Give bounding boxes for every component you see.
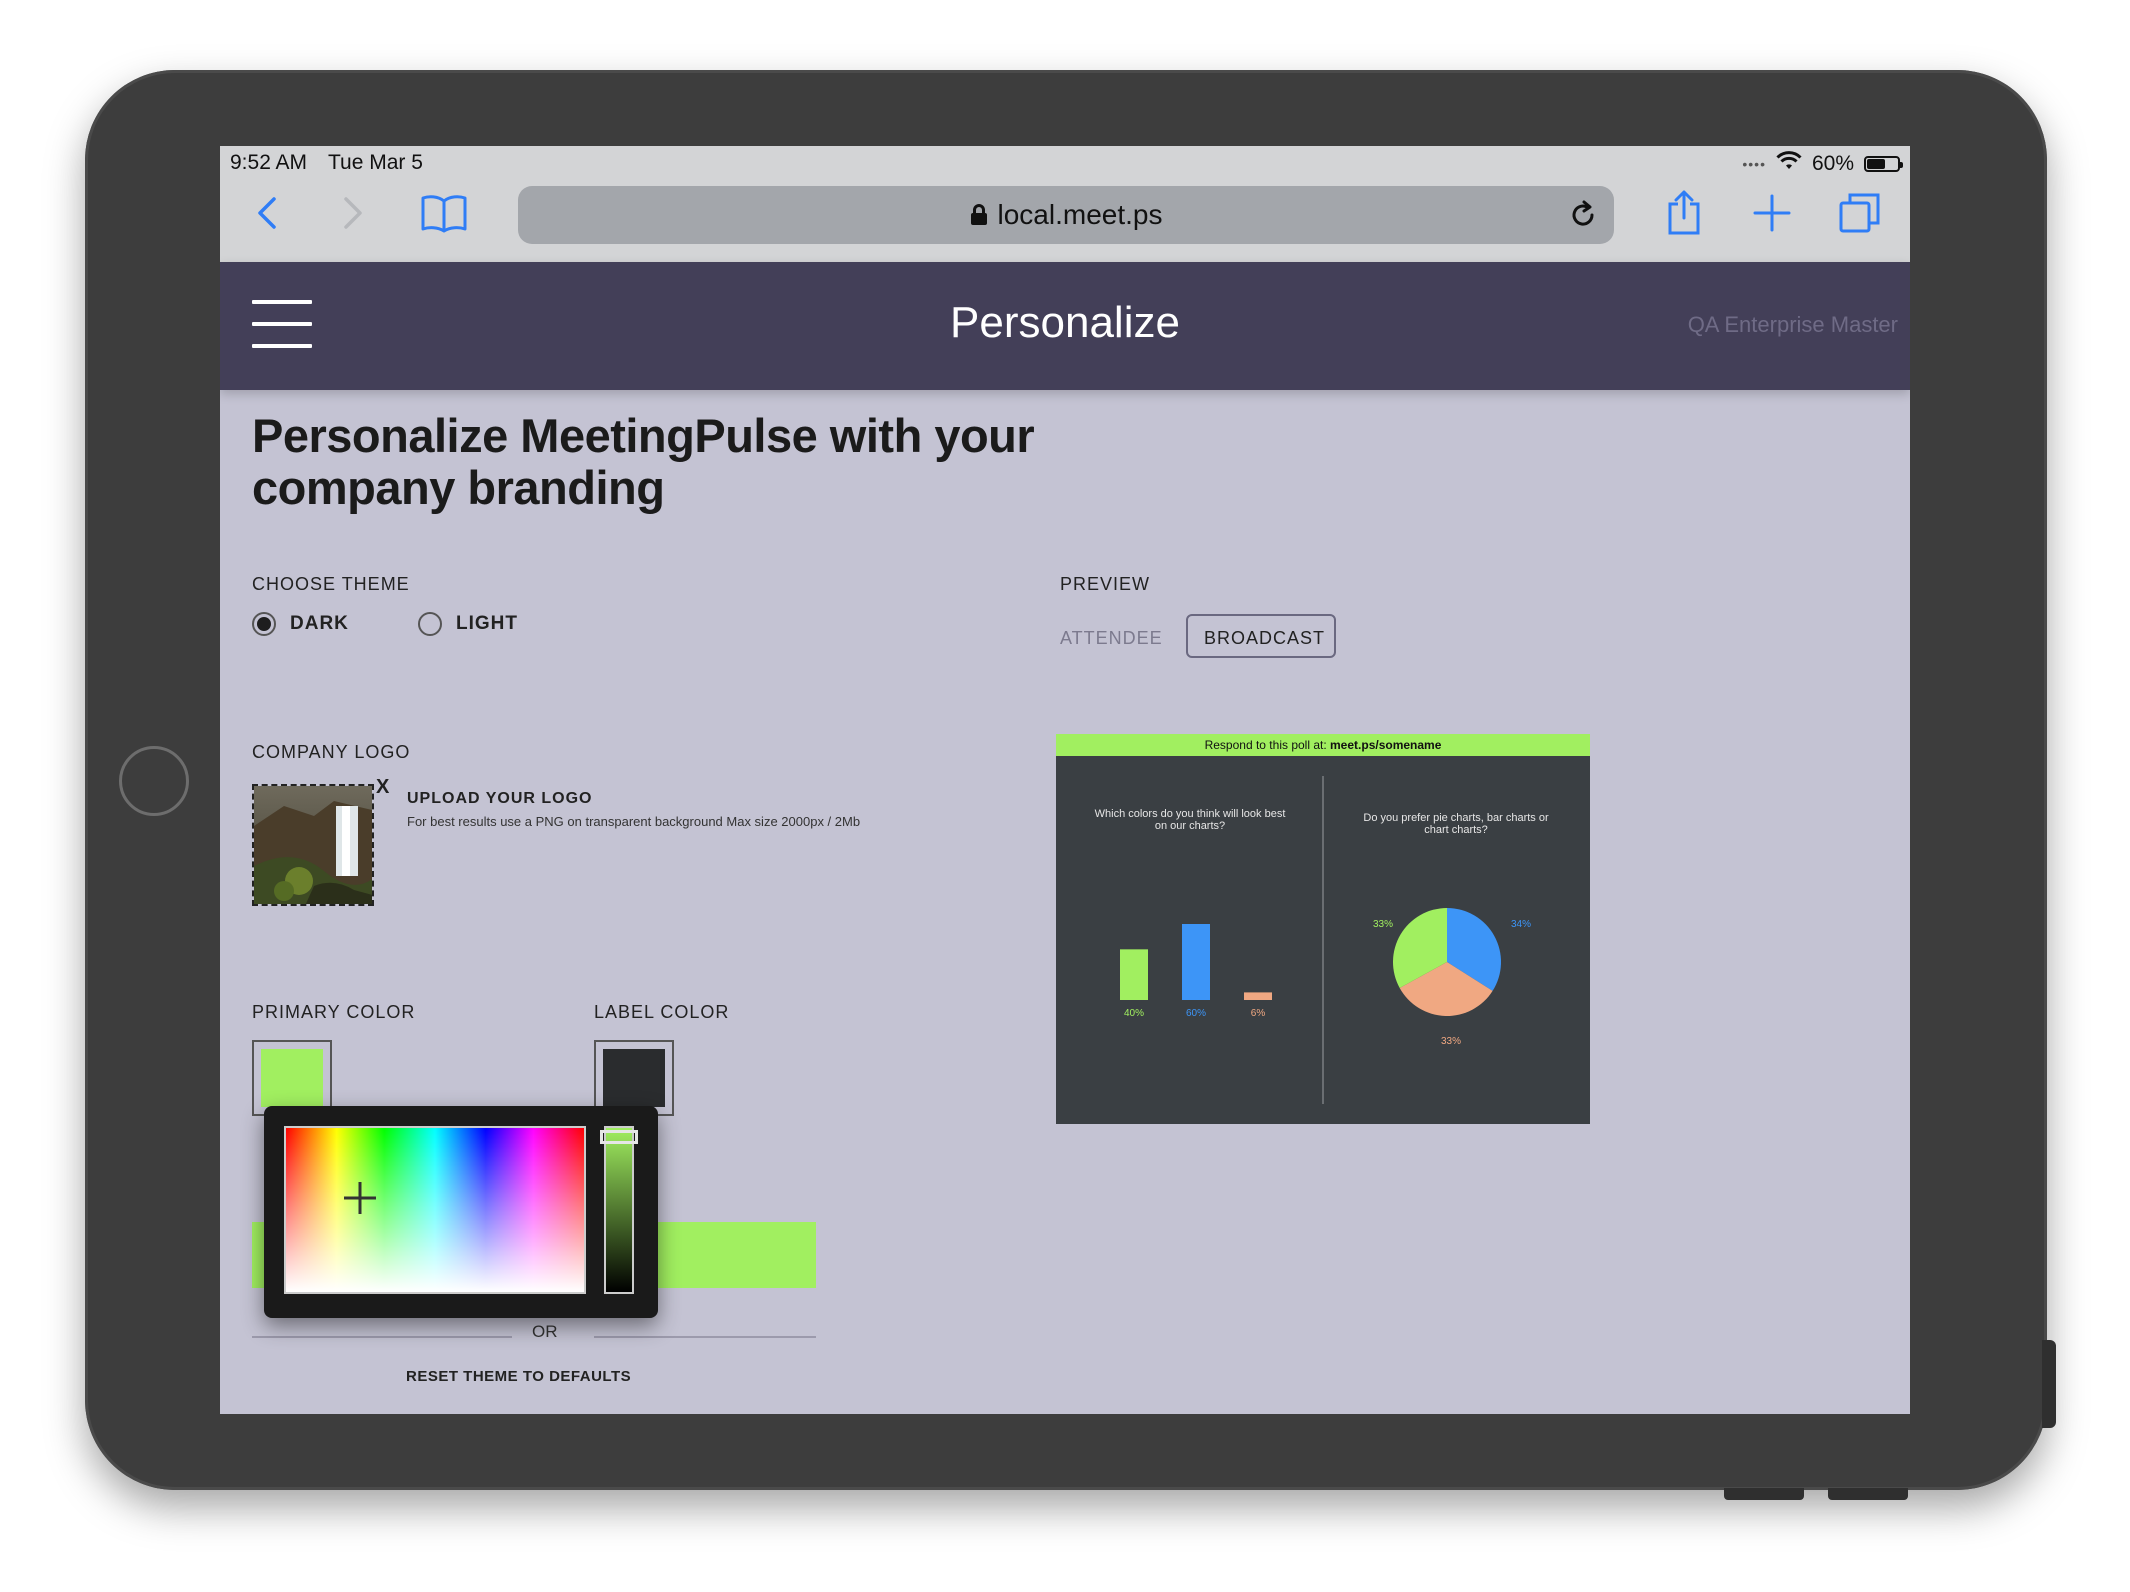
- reset-theme-button[interactable]: RESET THEME TO DEFAULTS: [406, 1368, 631, 1385]
- preview-charts: 40% 60% 6% 34% 33% 33%: [1120, 908, 1531, 1047]
- battery-icon: [1864, 156, 1903, 172]
- chevron-right-icon: [344, 197, 362, 229]
- lock-icon: [970, 204, 988, 226]
- chevron-left-icon: [258, 197, 276, 229]
- status-date: Tue Mar 5: [328, 151, 423, 174]
- company-logo-image[interactable]: [252, 784, 374, 906]
- bar: [1244, 992, 1272, 1000]
- browser-chrome: 9:52 AM Tue Mar 5 •••• 60% local.meet.ps: [220, 146, 1910, 262]
- theme-option-dark[interactable]: DARK: [252, 612, 349, 636]
- wifi-icon: [1776, 151, 1802, 177]
- brightness-slider[interactable]: [604, 1126, 634, 1294]
- power-button: [2042, 1340, 2056, 1428]
- theme-option-light[interactable]: LIGHT: [418, 612, 518, 636]
- page-title: Personalize: [950, 298, 1180, 347]
- color-spectrum[interactable]: [284, 1126, 586, 1294]
- remove-logo-icon[interactable]: X: [376, 776, 389, 799]
- share-icon: [1668, 190, 1700, 235]
- book-icon: [421, 195, 467, 233]
- signal-icon: ••••: [1742, 156, 1766, 172]
- plus-icon: [1753, 194, 1791, 232]
- tab-broadcast[interactable]: BROADCAST: [1186, 614, 1336, 658]
- primary-color-label: PRIMARY COLOR: [252, 1002, 416, 1022]
- home-button[interactable]: [119, 746, 189, 816]
- bar-data-label: 60%: [1186, 1008, 1206, 1019]
- pie-data-label: 33%: [1373, 919, 1393, 930]
- primary-color-swatch[interactable]: [252, 1040, 332, 1116]
- divider: [252, 1336, 512, 1338]
- app-header: Personalize QA Enterprise Master: [220, 262, 1910, 390]
- bar-data-label: 6%: [1251, 1008, 1266, 1019]
- share-button[interactable]: [1656, 188, 1712, 238]
- choose-theme-label: CHOOSE THEME: [252, 574, 410, 594]
- volume-button: [1724, 1488, 1804, 1500]
- status-bar: 9:52 AM Tue Mar 5 •••• 60%: [220, 146, 1910, 178]
- theme-option-label: DARK: [290, 613, 349, 634]
- page-heading: Personalize MeetingPulse with your compa…: [252, 409, 1035, 514]
- bar: [1182, 924, 1210, 1000]
- new-tab-button[interactable]: [1744, 188, 1800, 238]
- divider: [594, 1336, 816, 1338]
- content: Personalize MeetingPulse with your compa…: [220, 390, 1910, 1414]
- bookmarks-button[interactable]: [416, 188, 472, 238]
- label-color-label: LABEL COLOR: [594, 1002, 730, 1022]
- or-separator: OR: [532, 1322, 558, 1341]
- account-name[interactable]: QA Enterprise Master: [1688, 312, 1898, 338]
- color-picker[interactable]: [264, 1106, 658, 1318]
- preview-label: PREVIEW: [1060, 574, 1151, 594]
- company-logo-label: COMPANY LOGO: [252, 742, 411, 762]
- crosshair-icon[interactable]: [342, 1180, 378, 1216]
- theme-option-label: LIGHT: [456, 613, 518, 634]
- tabs-button[interactable]: [1832, 188, 1888, 238]
- screen: 9:52 AM Tue Mar 5 •••• 60% local.meet.ps…: [220, 146, 1910, 1414]
- back-button[interactable]: [242, 188, 292, 238]
- reload-icon[interactable]: [1566, 198, 1600, 232]
- bar: [1120, 949, 1148, 1000]
- volume-button: [1828, 1488, 1908, 1500]
- status-indicators: •••• 60%: [1742, 151, 1903, 177]
- pie-data-label: 34%: [1511, 919, 1531, 930]
- upload-logo-hint: For best results use a PNG on transparen…: [407, 814, 861, 829]
- brightness-slider-handle[interactable]: [600, 1130, 638, 1144]
- label-color-swatch[interactable]: [594, 1040, 674, 1116]
- tab-attendee[interactable]: ATTENDEE: [1060, 628, 1163, 649]
- pie-data-label: 33%: [1441, 1036, 1461, 1047]
- battery-percent: 60%: [1811, 152, 1854, 175]
- bar-data-label: 40%: [1124, 1008, 1144, 1019]
- upload-logo-button[interactable]: UPLOAD YOUR LOGO: [407, 790, 593, 808]
- forward-button[interactable]: [328, 188, 378, 238]
- url-text: local.meet.ps: [997, 199, 1163, 230]
- address-bar[interactable]: local.meet.ps: [518, 186, 1614, 244]
- broadcast-preview: Respond to this poll at: meet.ps/somenam…: [1056, 734, 1590, 1124]
- status-time: 9:52 AM: [230, 151, 308, 174]
- radio-light[interactable]: [418, 612, 442, 636]
- tabs-icon: [1839, 193, 1880, 233]
- radio-dark[interactable]: [252, 612, 276, 636]
